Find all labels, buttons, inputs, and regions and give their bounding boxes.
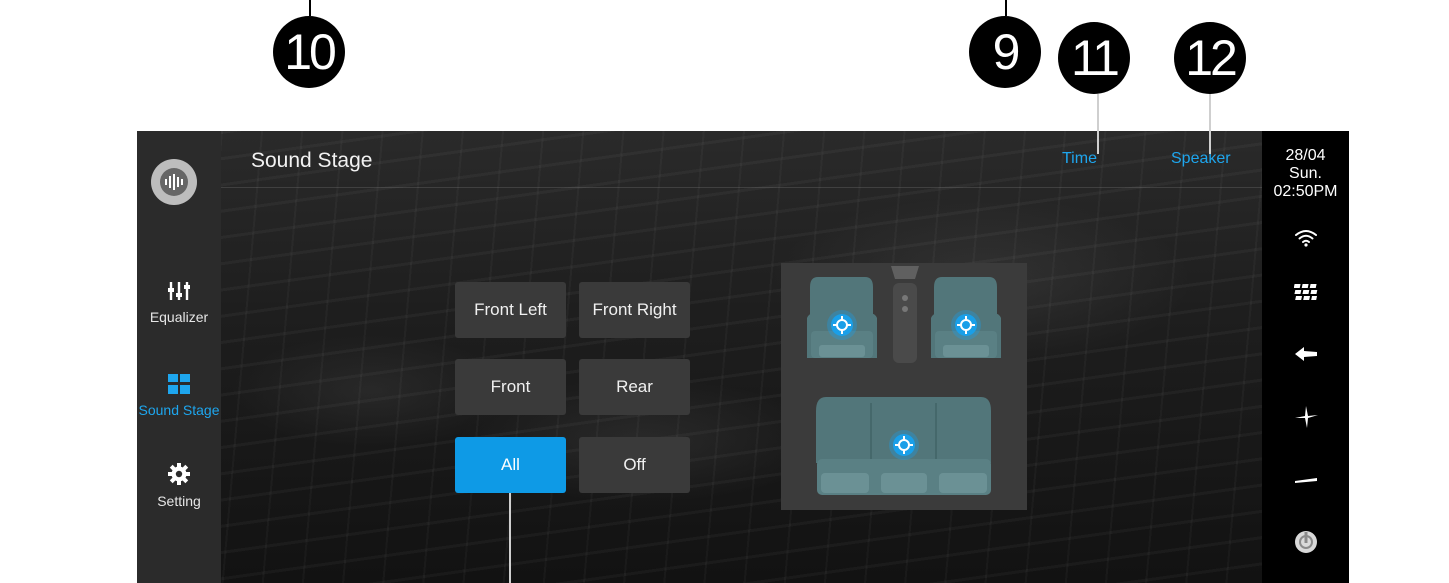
front-left-button[interactable]: Front Left xyxy=(455,282,566,338)
callout-10: 10 xyxy=(273,16,345,88)
volume-minus-icon[interactable] xyxy=(1291,465,1321,495)
page-title: Sound Stage xyxy=(251,149,373,172)
speaker-tab[interactable]: Speaker xyxy=(1171,150,1231,168)
car-seat-diagram xyxy=(781,263,1027,510)
sidebar-item-setting[interactable]: Setting xyxy=(137,463,221,509)
callout-12-line xyxy=(1209,94,1211,154)
all-button[interactable]: All xyxy=(455,437,566,493)
mixer-background-image xyxy=(221,131,1262,583)
callout-11: 11 xyxy=(1058,22,1130,94)
sidebar-item-label: Sound Stage xyxy=(138,402,220,418)
annotated-screenshot: 10 9 11 12 Equalizer Sound Stage Setting… xyxy=(0,0,1449,583)
callout-9: 9 xyxy=(969,16,1041,88)
off-button[interactable]: Off xyxy=(579,437,690,493)
target-rear-icon xyxy=(889,430,919,460)
time-text: 02:50PM xyxy=(1273,183,1338,200)
callout-11-line xyxy=(1097,94,1099,154)
equalizer-sliders-icon xyxy=(168,282,190,300)
callout-10-line xyxy=(309,0,311,16)
car-seats-illustration xyxy=(807,266,1001,495)
power-icon[interactable] xyxy=(1291,527,1321,557)
volume-plus-icon[interactable] xyxy=(1291,402,1321,432)
callout-9-line xyxy=(1005,0,1007,16)
time-tab[interactable]: Time xyxy=(1062,150,1097,168)
gear-icon xyxy=(168,463,190,485)
front-button[interactable]: Front xyxy=(455,359,566,415)
date-time-display: 28/04 Sun. 02:50PM xyxy=(1262,147,1349,201)
callout-12: 12 xyxy=(1174,22,1246,94)
all-button-callout-line xyxy=(509,493,511,583)
day-text: Sun. xyxy=(1289,165,1322,182)
app-grid-icon[interactable] xyxy=(1291,277,1321,307)
header-divider xyxy=(221,187,1262,188)
left-sidebar: Equalizer Sound Stage Setting xyxy=(137,131,221,583)
sound-stage-screen: Equalizer Sound Stage Setting Sound Stag… xyxy=(137,131,1349,583)
front-right-button[interactable]: Front Right xyxy=(579,282,690,338)
waveform-icon[interactable] xyxy=(151,159,197,205)
sidebar-item-label: Setting xyxy=(157,493,201,509)
target-front-left-icon xyxy=(827,310,857,340)
back-arrow-icon[interactable] xyxy=(1291,339,1321,369)
date-text: 28/04 xyxy=(1285,147,1326,164)
status-bar: 28/04 Sun. 02:50PM xyxy=(1262,131,1349,583)
grid-icon xyxy=(168,374,190,394)
sidebar-item-label: Equalizer xyxy=(149,309,209,325)
rear-button[interactable]: Rear xyxy=(579,359,690,415)
sidebar-item-sound-stage[interactable]: Sound Stage xyxy=(137,374,221,418)
sidebar-item-equalizer[interactable]: Equalizer xyxy=(137,281,221,325)
target-front-right-icon xyxy=(951,310,981,340)
wifi-icon[interactable] xyxy=(1291,223,1321,253)
